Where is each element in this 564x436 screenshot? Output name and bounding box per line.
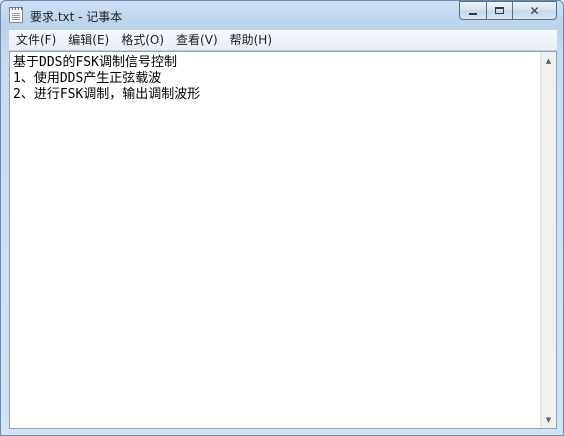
scroll-up-button[interactable]: ▲: [541, 52, 556, 69]
notepad-icon[interactable]: [9, 7, 23, 23]
menu-edit[interactable]: 编辑(E): [62, 30, 115, 50]
close-button[interactable]: ✕: [512, 1, 557, 20]
text-editor[interactable]: 基于DDS的FSK调制信号控制 1、使用DDS产生正弦载波 2、进行FSK调制，…: [10, 52, 540, 428]
scroll-down-button[interactable]: ▼: [541, 411, 556, 428]
text-line: 1、使用DDS产生正弦载波: [13, 71, 162, 86]
notepad-window: 要求.txt - 记事本 ✕ 文件(F) 编辑(E) 格式(O) 查看(V) 帮…: [0, 0, 564, 436]
vertical-scrollbar[interactable]: ▲ ▼: [540, 52, 556, 428]
minimize-button[interactable]: [459, 1, 486, 20]
text-line: 基于DDS的FSK调制信号控制: [13, 55, 177, 70]
scroll-up-icon: ▲: [545, 56, 552, 65]
title-bar[interactable]: 要求.txt - 记事本 ✕: [1, 1, 563, 29]
caption-buttons: ✕: [459, 1, 557, 20]
menu-file[interactable]: 文件(F): [9, 30, 62, 50]
close-icon: ✕: [529, 3, 540, 18]
scroll-down-icon: ▼: [545, 415, 552, 424]
minimize-icon: [469, 12, 477, 15]
maximize-icon: [495, 7, 504, 14]
menu-view[interactable]: 查看(V): [170, 30, 224, 50]
editor-frame: 基于DDS的FSK调制信号控制 1、使用DDS产生正弦载波 2、进行FSK调制，…: [9, 51, 557, 429]
window-title: 要求.txt - 记事本: [30, 10, 123, 24]
menu-bar: 文件(F) 编辑(E) 格式(O) 查看(V) 帮助(H): [9, 30, 557, 51]
menu-help[interactable]: 帮助(H): [224, 30, 278, 50]
menu-format[interactable]: 格式(O): [115, 30, 170, 50]
text-line: 2、进行FSK调制，输出调制波形: [13, 87, 201, 102]
maximize-button[interactable]: [486, 1, 512, 20]
